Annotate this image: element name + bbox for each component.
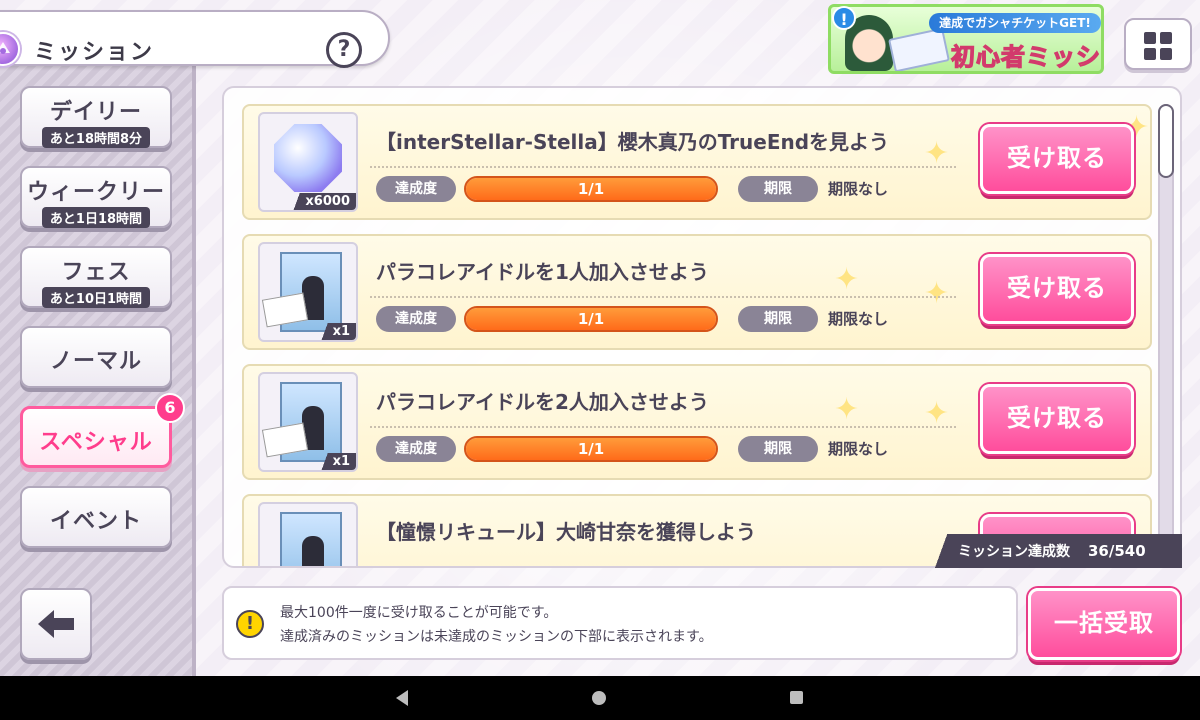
claim-button[interactable]: 受け取る bbox=[980, 384, 1134, 454]
mission-count-label: ミッション達成数 bbox=[958, 544, 1070, 560]
reward-count: x1 bbox=[314, 453, 356, 470]
mission-title: 【憧憬リキュール】大崎甘奈を獲得しよう bbox=[376, 520, 756, 544]
tab-weekly[interactable]: ウィークリー あと1日18時間 bbox=[20, 166, 172, 228]
help-button[interactable]: ? bbox=[326, 32, 362, 68]
tab-remaining-time: あと18時間8分 bbox=[41, 127, 151, 148]
progress-label: 達成度 bbox=[376, 436, 456, 462]
tab-normal[interactable]: ノーマル bbox=[20, 326, 172, 388]
deadline-label: 期限 bbox=[738, 176, 818, 202]
tab-label: デイリー bbox=[49, 100, 142, 125]
mission-list[interactable]: ✦ ✦ x6000 【interStellar-Stella】櫻木真乃のTrue… bbox=[222, 86, 1182, 568]
progress-bar: 1/1 bbox=[464, 306, 718, 332]
mission-title: パラコレアイドルを2人加入させよう bbox=[376, 390, 709, 414]
reward-count: x1 bbox=[314, 323, 356, 340]
progress-text: 1/1 bbox=[577, 180, 605, 198]
title-bar: ミッション ? bbox=[0, 10, 390, 68]
progress-bar: 1/1 bbox=[464, 176, 718, 202]
banner-title: 初心者ミッション bbox=[950, 42, 1101, 71]
progress-label: 達成度 bbox=[376, 176, 456, 202]
sparkle-icon: ✦ bbox=[834, 262, 860, 297]
mission-title: 【interStellar-Stella】櫻木真乃のTrueEndを見よう bbox=[376, 130, 890, 154]
progress-bar: 1/1 bbox=[464, 436, 718, 462]
gem-icon bbox=[274, 124, 342, 192]
back-button[interactable] bbox=[20, 588, 92, 660]
banner-subtitle: 達成でガシャチケットGET! bbox=[929, 13, 1101, 33]
claim-button[interactable]: 受け取る bbox=[980, 124, 1134, 194]
warning-icon: ! bbox=[236, 610, 264, 638]
tab-label: スペシャル bbox=[39, 430, 153, 455]
deadline-label: 期限 bbox=[738, 436, 818, 462]
menu-grid-button[interactable] bbox=[1124, 18, 1192, 70]
scrollbar-thumb[interactable] bbox=[1158, 104, 1174, 178]
mission-screen: ミッション ? 達成でガシャチケットGET! 初心者ミッション ! デイリー あ… bbox=[0, 0, 1200, 676]
progress-text: 1/1 bbox=[577, 440, 605, 458]
reward-thumbnail: x1 bbox=[258, 372, 358, 472]
tab-special[interactable]: スペシャル 6 bbox=[20, 393, 185, 468]
system-nav-bar bbox=[0, 676, 1200, 720]
reward-thumbnail bbox=[258, 502, 358, 566]
progress-label: 達成度 bbox=[376, 306, 456, 332]
notification-badge: 6 bbox=[155, 393, 185, 423]
grid-icon bbox=[1160, 32, 1172, 44]
bulk-claim-button[interactable]: 一括受取 bbox=[1028, 588, 1180, 660]
mission-card: ✦ ✦ x1 パラコレアイドルを2人加入させよう 達成度 1/1 期限 期限なし… bbox=[242, 364, 1152, 480]
tab-remaining-time: あと10日1時間 bbox=[41, 287, 151, 308]
ticket-icon bbox=[888, 27, 950, 71]
sparkle-icon: ✦ bbox=[924, 276, 950, 311]
claim-button[interactable]: 受け取る bbox=[980, 254, 1134, 324]
mission-count-value: 36/540 bbox=[1088, 542, 1146, 560]
deadline-value: 期限なし bbox=[828, 180, 889, 198]
progress-text: 1/1 bbox=[577, 310, 605, 328]
sparkle-icon: ✦ bbox=[834, 392, 860, 427]
mission-card: ✦ ✦ x1 パラコレアイドルを1人加入させよう 達成度 1/1 期限 期限なし… bbox=[242, 234, 1152, 350]
deadline-value: 期限なし bbox=[828, 440, 889, 458]
scrollbar[interactable] bbox=[1158, 104, 1174, 544]
divider bbox=[370, 426, 956, 428]
tab-daily[interactable]: デイリー あと18時間8分 bbox=[20, 86, 172, 148]
tab-label: ウィークリー bbox=[26, 180, 165, 205]
nav-home-icon[interactable] bbox=[592, 691, 606, 705]
info-line-1: 最大100件一度に受け取ることが可能です。 bbox=[280, 605, 558, 621]
mission-card: ✦ ✦ x6000 【interStellar-Stella】櫻木真乃のTrue… bbox=[242, 104, 1152, 220]
mission-completion-count: ミッション達成数 36/540 bbox=[926, 534, 1182, 568]
tab-label: ノーマル bbox=[49, 349, 142, 374]
reward-thumbnail: x1 bbox=[258, 242, 358, 342]
divider bbox=[370, 166, 956, 168]
reward-thumbnail: x6000 bbox=[258, 112, 358, 212]
grid-icon bbox=[1144, 48, 1156, 60]
deadline-value: 期限なし bbox=[828, 310, 889, 328]
tab-label: フェス bbox=[61, 260, 131, 285]
tab-remaining-time: あと1日18時間 bbox=[41, 207, 151, 228]
mission-title: パラコレアイドルを1人加入させよう bbox=[376, 260, 709, 284]
grid-icon bbox=[1160, 48, 1172, 60]
banner-alert-icon: ! bbox=[832, 6, 856, 30]
tab-label: イベント bbox=[49, 509, 142, 534]
arrow-left-icon bbox=[38, 610, 74, 638]
tab-event[interactable]: イベント bbox=[20, 486, 172, 548]
idol-poster-icon bbox=[280, 512, 342, 566]
nav-recents-icon[interactable] bbox=[790, 691, 803, 704]
tab-fes[interactable]: フェス あと10日1時間 bbox=[20, 246, 172, 308]
page-title: ミッション bbox=[34, 40, 155, 65]
grid-icon bbox=[1144, 32, 1156, 44]
info-box: ! 最大100件一度に受け取ることが可能です。 達成済みのミッションは未達成のミ… bbox=[222, 586, 1018, 660]
beginner-mission-banner[interactable]: 達成でガシャチケットGET! 初心者ミッション bbox=[828, 4, 1104, 74]
nav-back-icon[interactable] bbox=[396, 690, 408, 706]
divider bbox=[370, 296, 956, 298]
info-line-2: 達成済みのミッションは未達成のミッションの下部に表示されます。 bbox=[280, 629, 713, 645]
mission-icon bbox=[0, 32, 20, 66]
deadline-label: 期限 bbox=[738, 306, 818, 332]
reward-count: x6000 bbox=[287, 193, 356, 210]
